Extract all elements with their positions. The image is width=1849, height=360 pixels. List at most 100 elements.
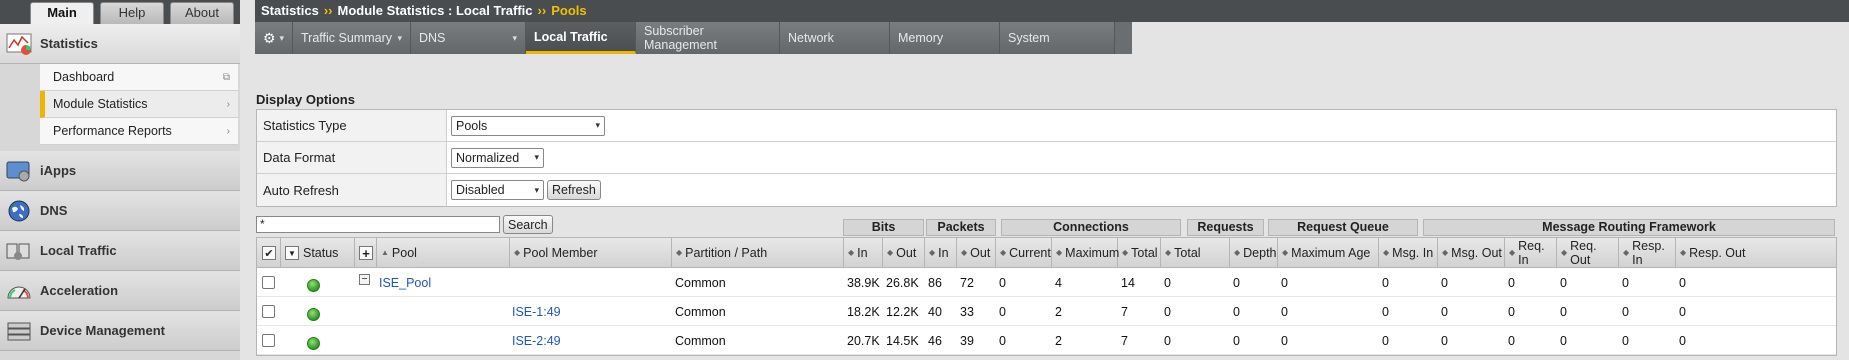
statistics-type-row: Statistics Type Pools ▾	[257, 110, 1836, 142]
resp-in-cell: 0	[1622, 333, 1629, 348]
header-queue-maximum-age[interactable]: ◆ Maximum Age	[1278, 238, 1379, 268]
pool-member-link[interactable]: ISE-1:49	[512, 297, 561, 326]
header-packets-in[interactable]: ◆ In	[925, 238, 957, 268]
breadcrumb-separator: ››	[537, 3, 547, 18]
tab-label: DNS	[419, 31, 446, 45]
sidebar-item-statistics[interactable]: Statistics	[0, 24, 240, 64]
status-cell	[307, 297, 320, 326]
header-packets-out[interactable]: ◆ Out	[957, 238, 996, 268]
row-checkbox[interactable]	[262, 334, 275, 347]
header-msg-in[interactable]: ◆ Msg. In	[1379, 238, 1438, 268]
collapse-cell[interactable]: −	[359, 268, 370, 297]
req-in-cell: 0	[1508, 333, 1515, 348]
sort-icon: ◆	[848, 248, 855, 257]
tab-local-traffic[interactable]: Local Traffic	[526, 22, 636, 54]
header-req-in[interactable]: ◆ Req. In	[1505, 238, 1557, 268]
collapse-icon[interactable]: −	[359, 274, 370, 285]
row-checkbox-cell[interactable]	[262, 297, 275, 326]
search-button[interactable]: Search	[503, 215, 553, 234]
sidebar-item-local-traffic[interactable]: Local Traffic	[0, 231, 240, 271]
status-filter-icon[interactable]: ▼	[285, 246, 299, 260]
header-requests-total[interactable]: ◆ Total	[1161, 238, 1230, 268]
data-format-select[interactable]: Normalized ▾	[451, 147, 544, 168]
header-connections-current[interactable]: ◆ Current	[996, 238, 1052, 268]
subnav-label: Performance Reports	[53, 124, 172, 138]
pool-member-link[interactable]: ISE-2:49	[512, 326, 561, 355]
header-resp-out[interactable]: ◆ Resp. Out	[1676, 238, 1836, 268]
statistics-type-label: Statistics Type	[257, 110, 447, 141]
row-checkbox-cell[interactable]	[262, 326, 275, 355]
header-label: Current	[1009, 246, 1051, 260]
header-connections-maximum[interactable]: ◆ Maximum	[1052, 238, 1119, 268]
header-pool[interactable]: ▲ Pool	[377, 238, 510, 268]
conn-current-cell: 0	[999, 275, 1006, 290]
refresh-button[interactable]: Refresh	[547, 180, 601, 200]
packets-in-cell: 46	[928, 333, 942, 348]
header-queue-depth[interactable]: ◆ Depth	[1230, 238, 1278, 268]
tab-subscriber-management[interactable]: Subscriber Management	[636, 22, 780, 54]
group-header-requests: Requests	[1187, 219, 1264, 236]
header-bits-in[interactable]: ◆ In	[844, 238, 883, 268]
msg-in-cell: 0	[1382, 275, 1389, 290]
module-tabbar: ⚙ ▾ Traffic Summary ▾ DNS ▾ Local Traffic S…	[255, 22, 1132, 54]
select-all-checkbox[interactable]: ✔	[262, 246, 276, 260]
settings-menu-button[interactable]: ⚙ ▾	[255, 22, 293, 54]
conn-maximum-cell: 2	[1055, 304, 1062, 319]
tab-help[interactable]: Help	[100, 2, 164, 24]
sort-icon: ◆	[961, 248, 968, 257]
status-cell	[307, 326, 320, 355]
popout-icon: ⧉	[222, 71, 230, 83]
auto-refresh-select[interactable]: Disabled ▾	[451, 180, 544, 200]
pool-link[interactable]: ISE_Pool	[379, 268, 431, 297]
header-label: Msg. Out	[1451, 246, 1502, 260]
data-format-label: Data Format	[257, 142, 447, 173]
tab-dns[interactable]: DNS ▾	[411, 22, 526, 54]
header-partition-path[interactable]: ◆ Partition / Path	[672, 238, 844, 268]
packets-out-cell: 39	[960, 333, 974, 348]
row-checkbox-cell[interactable]	[262, 268, 275, 297]
header-resp-in[interactable]: ◆ Resp. In	[1619, 238, 1676, 268]
tab-network[interactable]: Network	[780, 22, 890, 54]
bits-in-cell: 18.2K	[847, 304, 880, 319]
select-all-header[interactable]: ✔	[257, 238, 281, 268]
chevron-down-icon: ▾	[595, 120, 600, 130]
sidebar-item-iapps[interactable]: iApps	[0, 151, 240, 191]
req-out-cell: 0	[1560, 333, 1567, 348]
group-header-request-queue: Request Queue	[1268, 219, 1418, 236]
header-pool-member[interactable]: ◆ Pool Member	[510, 238, 672, 268]
tab-memory[interactable]: Memory	[890, 22, 1000, 54]
sidebar-item-acceleration[interactable]: Acceleration	[0, 271, 240, 311]
breadcrumb-statistics[interactable]: Statistics	[261, 3, 319, 18]
auto-refresh-row: Auto Refresh Disabled ▾ Refresh	[257, 174, 1836, 206]
bits-out-cell: 14.5K	[886, 333, 919, 348]
sidebar-item-device-management[interactable]: Device Management	[0, 311, 240, 351]
subnav-dashboard[interactable]: Dashboard ⧉	[40, 64, 238, 91]
header-bits-out[interactable]: ◆ Out	[883, 238, 925, 268]
breadcrumb-module-statistics[interactable]: Module Statistics : Local Traffic	[337, 3, 532, 18]
header-req-out[interactable]: ◆ Req. Out	[1557, 238, 1619, 268]
header-msg-out[interactable]: ◆ Msg. Out	[1438, 238, 1505, 268]
resp-out-cell: 0	[1679, 333, 1686, 348]
header-status[interactable]: ▼ Status	[281, 238, 355, 268]
tab-label: Subscriber Management	[644, 24, 717, 52]
header-connections-total[interactable]: ◆ Total	[1118, 238, 1161, 268]
sort-icon: ◆	[1383, 248, 1390, 257]
sidebar-item-label: Acceleration	[40, 283, 119, 298]
tab-system[interactable]: System	[1000, 22, 1115, 54]
filter-input[interactable]: *	[256, 216, 500, 233]
subnav-performance-reports[interactable]: Performance Reports ›	[40, 118, 238, 145]
expand-all-icon[interactable]: +	[359, 246, 373, 261]
tab-traffic-summary[interactable]: Traffic Summary ▾	[293, 22, 411, 54]
tab-about[interactable]: About	[170, 2, 234, 24]
row-checkbox[interactable]	[262, 276, 275, 289]
row-checkbox[interactable]	[262, 305, 275, 318]
subnav-module-statistics[interactable]: Module Statistics ›	[40, 91, 238, 118]
tab-main[interactable]: Main	[30, 2, 94, 24]
status-cell	[307, 268, 320, 297]
sidebar-item-dns[interactable]: DNS	[0, 191, 240, 231]
conn-total-cell: 7	[1121, 333, 1128, 348]
chevron-down-icon: ▾	[397, 32, 402, 43]
select-value: Disabled	[456, 183, 505, 197]
statistics-type-select[interactable]: Pools ▾	[451, 115, 605, 136]
expand-all-header[interactable]: +	[355, 238, 377, 268]
